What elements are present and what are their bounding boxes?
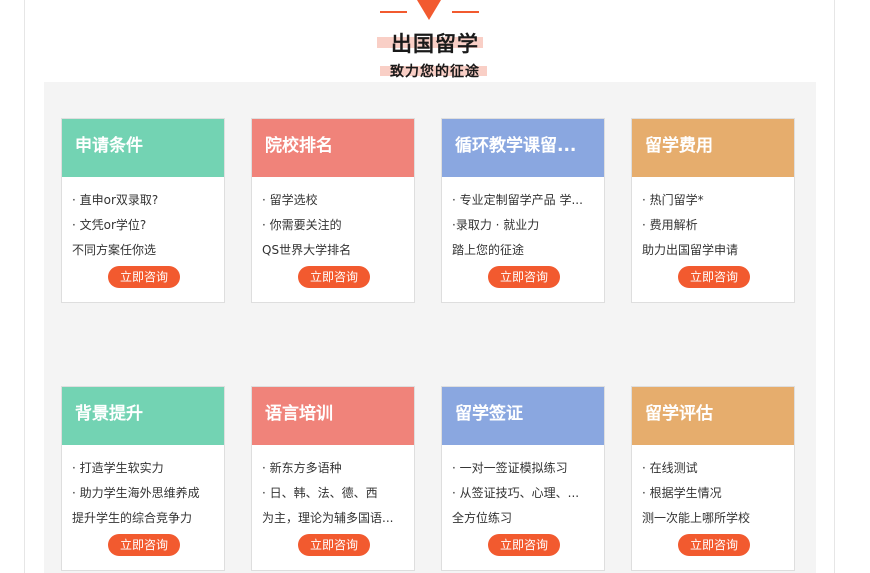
card-line: 为主，理论为辅多国语... xyxy=(262,511,394,525)
service-card-application: 申请条件 · 直申or双录取? · 文凭or学位? 不同方案任你选 立即咨询 xyxy=(61,118,225,303)
card-line: · 从签证技巧、心理、... xyxy=(452,486,580,500)
card-line: 测一次能上哪所学校 xyxy=(642,511,751,525)
card-line: · 热门留学* xyxy=(642,193,704,207)
service-card-costs: 留学费用 · 热门留学* · 费用解析 助力出国留学申请 立即咨询 xyxy=(631,118,795,303)
frame-left-border xyxy=(24,0,25,573)
card-line: 踏上您的征途 xyxy=(452,243,525,257)
service-card-ranking: 院校排名 · 留学选校 · 你需要关注的 QS世界大学排名 立即咨询 xyxy=(251,118,415,303)
card-title: 留学评估 xyxy=(632,387,794,445)
card-line: 助力出国留学申请 xyxy=(642,243,739,257)
card-line: · 根据学生情况 xyxy=(642,486,722,500)
page-subtitle: 致力您的征途 xyxy=(390,64,480,80)
card-line: · 打造学生软实力 xyxy=(72,461,164,475)
card-line: · 专业定制留学产品 学... xyxy=(452,193,583,207)
card-line: · 一对一签证模拟练习 xyxy=(452,461,568,475)
frame-right-border xyxy=(834,0,835,573)
consult-button[interactable]: 立即咨询 xyxy=(108,266,180,288)
consult-button[interactable]: 立即咨询 xyxy=(108,534,180,556)
card-title: 留学费用 xyxy=(632,119,794,177)
card-line: · 直申or双录取? xyxy=(72,193,159,207)
card-line: · 留学选校 xyxy=(262,193,318,207)
down-triangle-icon xyxy=(417,0,441,20)
consult-button[interactable]: 立即咨询 xyxy=(488,266,560,288)
card-line: · 你需要关注的 xyxy=(262,218,342,232)
card-line: 不同方案任你选 xyxy=(72,243,157,257)
consult-button[interactable]: 立即咨询 xyxy=(678,534,750,556)
header-deco-line-left xyxy=(380,11,407,13)
card-title: 背景提升 xyxy=(62,387,224,445)
card-title: 语言培训 xyxy=(252,387,414,445)
card-line: · 文凭or学位? xyxy=(72,218,147,232)
header-deco-line-right xyxy=(452,11,479,13)
card-line: 全方位练习 xyxy=(452,511,513,525)
consult-button[interactable]: 立即咨询 xyxy=(298,534,370,556)
service-card-language: 语言培训 · 新东方多语种 · 日、韩、法、德、西 为主，理论为辅多国语... … xyxy=(251,386,415,571)
consult-button[interactable]: 立即咨询 xyxy=(678,266,750,288)
page-title: 出国留学 xyxy=(391,32,479,56)
card-line: ·录取力 · 就业力 xyxy=(452,218,540,232)
card-title: 申请条件 xyxy=(62,119,224,177)
card-title: 院校排名 xyxy=(252,119,414,177)
card-line: · 新东方多语种 xyxy=(262,461,342,475)
service-card-background: 背景提升 · 打造学生软实力 · 助力学生海外思维养成 提升学生的综合竞争力 立… xyxy=(61,386,225,571)
consult-button[interactable]: 立即咨询 xyxy=(298,266,370,288)
card-line: · 费用解析 xyxy=(642,218,698,232)
card-title: 留学签证 xyxy=(442,387,604,445)
card-line: · 助力学生海外思维养成 xyxy=(72,486,200,500)
service-card-cycle-teaching: 循环教学课留... · 专业定制留学产品 学... ·录取力 · 就业力 踏上您… xyxy=(441,118,605,303)
service-card-visa: 留学签证 · 一对一签证模拟练习 · 从签证技巧、心理、... 全方位练习 立即… xyxy=(441,386,605,571)
card-line: · 在线测试 xyxy=(642,461,698,475)
card-line: · 日、韩、法、德、西 xyxy=(262,486,378,500)
card-line: 提升学生的综合竞争力 xyxy=(72,511,193,525)
card-line: QS世界大学排名 xyxy=(262,243,352,257)
service-card-assessment: 留学评估 · 在线测试 · 根据学生情况 测一次能上哪所学校 立即咨询 xyxy=(631,386,795,571)
consult-button[interactable]: 立即咨询 xyxy=(488,534,560,556)
card-title: 循环教学课留... xyxy=(442,119,604,177)
